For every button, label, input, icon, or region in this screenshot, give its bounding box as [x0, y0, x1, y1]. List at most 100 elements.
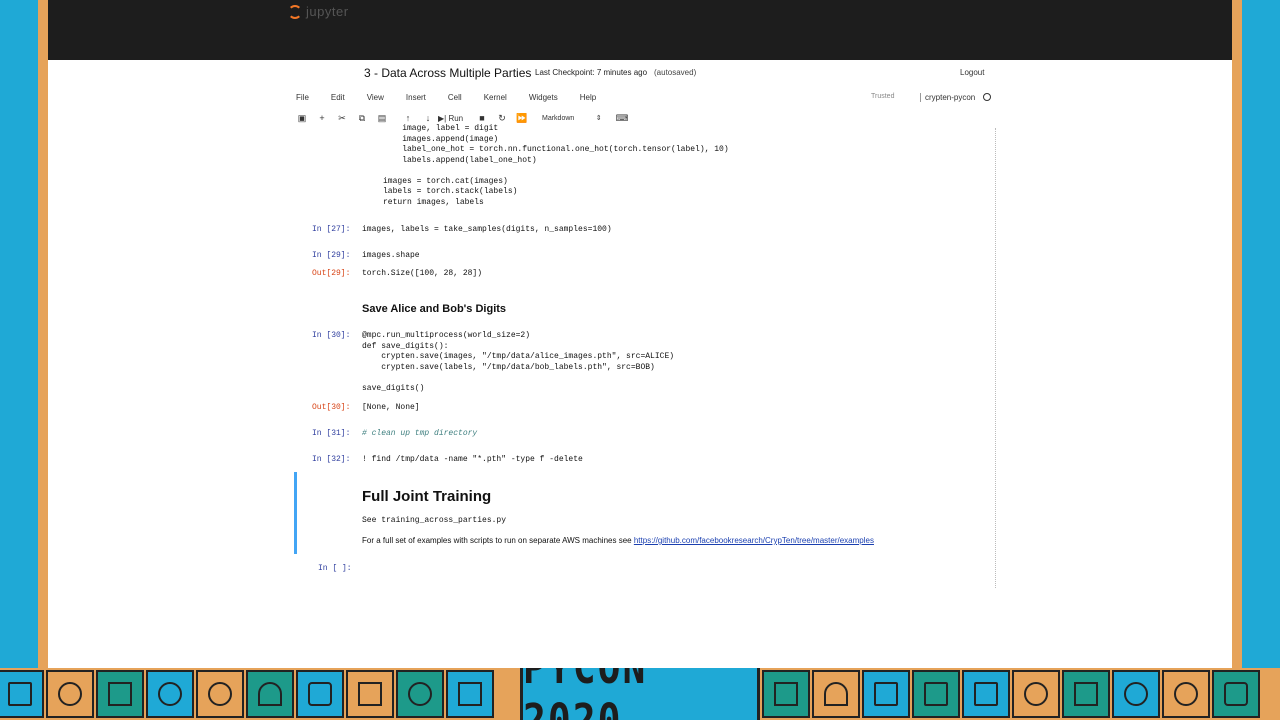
cell-code-27[interactable]: images, labels = take_samples(digits, n_… — [362, 225, 612, 236]
banner-tile-check-2 — [1062, 670, 1110, 718]
cell-code-function-tail[interactable]: image, label = digit images.append(image… — [383, 124, 729, 208]
cut-icon[interactable]: ✂ — [332, 113, 352, 124]
menu-view[interactable]: View — [367, 93, 384, 107]
leaf-icon-2 — [1124, 682, 1148, 706]
move-up-icon[interactable]: ↑ — [398, 113, 418, 123]
terminal-icon — [8, 682, 32, 706]
columns-icon — [458, 682, 482, 706]
logout-button[interactable]: Logout — [960, 68, 984, 77]
cell-code-31[interactable]: # clean up tmp directory — [362, 429, 477, 440]
markdown-heading-full-joint-training[interactable]: Full Joint Training — [362, 488, 491, 505]
kernel-status-icon — [983, 93, 991, 101]
restart-icon[interactable]: ↻ — [492, 113, 512, 124]
right-frame-stripe — [1232, 0, 1242, 668]
examples-link[interactable]: https://github.com/facebookresearch/Cryp… — [634, 536, 874, 545]
left-frame — [0, 0, 48, 668]
menu-cell[interactable]: Cell — [448, 93, 462, 107]
markdown-full-set-text: For a full set of examples with scripts … — [362, 536, 874, 545]
pycon-banner: PYCON 2020 — [0, 668, 1280, 720]
snake-icon-2 — [1024, 682, 1048, 706]
window-icon — [874, 682, 898, 706]
selected-cell-indicator — [294, 472, 297, 554]
cell-type-select[interactable]: Markdown ⇕ — [542, 114, 612, 122]
banner-tile-plant — [396, 670, 444, 718]
arch-icon — [258, 682, 282, 706]
empty-code-cell[interactable] — [362, 562, 972, 574]
menu-insert[interactable]: Insert — [406, 93, 426, 107]
banner-tile-leaf — [146, 670, 194, 718]
leaf-icon — [158, 682, 182, 706]
out-prompt-30: Out[30]: — [312, 403, 351, 412]
jupyter-logo-text: jupyter — [306, 4, 349, 19]
autosave-status: (autosaved) — [654, 68, 697, 77]
kernel-name[interactable]: crypten-pycon — [920, 93, 975, 102]
banner-tile-star-2 — [1162, 670, 1210, 718]
arch-icon-2 — [824, 682, 848, 706]
chip-icon — [358, 682, 382, 706]
left-frame-stripe — [38, 0, 48, 668]
in-prompt-31: In [31]: — [312, 429, 351, 438]
menu-edit[interactable]: Edit — [331, 93, 345, 107]
move-down-icon[interactable]: ↓ — [418, 113, 438, 123]
cell-output-29: torch.Size([100, 28, 28]) — [362, 269, 483, 278]
banner-tile-columns — [446, 670, 494, 718]
run-button[interactable]: ▶| Run — [438, 114, 472, 123]
plant-icon — [408, 682, 432, 706]
star-icon — [208, 682, 232, 706]
banner-tile-arch — [246, 670, 294, 718]
banner-tile-chip — [346, 670, 394, 718]
out-prompt-29: Out[29]: — [312, 269, 351, 278]
banner-tile-window — [862, 670, 910, 718]
checkpoint-status: Last Checkpoint: 7 minutes ago — [535, 68, 648, 77]
add-cell-icon[interactable]: + — [312, 113, 332, 123]
jupyter-logo-icon — [288, 4, 302, 19]
in-prompt-32: In [32]: — [312, 455, 351, 464]
restart-run-all-icon[interactable]: ⏩ — [512, 113, 532, 124]
cell-code-30[interactable]: @mpc.run_multiprocess(world_size=2) def … — [362, 331, 674, 394]
notebook-container: image, label = digit images.append(image… — [284, 124, 996, 588]
in-prompt-29: In [29]: — [312, 251, 351, 260]
menu-widgets[interactable]: Widgets — [529, 93, 558, 107]
notebook-title[interactable]: 3 - Data Across Multiple Parties — [364, 66, 531, 80]
pycon-logo-text: PYCON 2020 — [523, 668, 757, 720]
markdown-full-set-label: For a full set of examples with scripts … — [362, 536, 632, 545]
stop-icon[interactable]: ■ — [472, 113, 492, 123]
banner-tile-snake-2 — [1012, 670, 1060, 718]
banner-tile-snake — [46, 670, 94, 718]
pycon-logo: PYCON 2020 — [520, 668, 760, 720]
trusted-indicator[interactable]: Trusted — [871, 93, 894, 100]
cell-output-30: [None, None] — [362, 403, 420, 412]
in-prompt-30: In [30]: — [312, 331, 351, 340]
menu-file[interactable]: File — [296, 93, 309, 107]
in-prompt-empty: In [ ]: — [318, 564, 352, 573]
robot-icon-2 — [1224, 682, 1248, 706]
cell-type-value: Markdown — [542, 115, 575, 122]
robot-icon — [308, 682, 332, 706]
banner-tile-arch-2 — [812, 670, 860, 718]
check-icon-2 — [1074, 682, 1098, 706]
cell-code-32[interactable]: ! find /tmp/data -name "*.pth" -type f -… — [362, 455, 583, 466]
save-icon[interactable]: ▣ — [292, 113, 312, 124]
banner-tile-terminal — [0, 670, 44, 718]
command-palette-icon[interactable]: ⌨ — [612, 113, 632, 124]
banner-tile-star — [196, 670, 244, 718]
cell-code-29[interactable]: images.shape — [362, 251, 420, 262]
banner-tile-robot — [296, 670, 344, 718]
banner-tile-check — [96, 670, 144, 718]
paste-icon[interactable]: ▤ — [372, 113, 392, 124]
jupyter-logo[interactable]: jupyter — [288, 4, 349, 19]
banner-tile-leaf-2 — [1112, 670, 1160, 718]
snake-icon — [58, 682, 82, 706]
star-icon-2 — [1174, 682, 1198, 706]
check-icon — [108, 682, 132, 706]
menu-help[interactable]: Help — [580, 93, 596, 107]
top-black-bar — [48, 0, 1232, 60]
markdown-see-script: See training_across_parties.py — [362, 516, 507, 525]
menu-kernel[interactable]: Kernel — [484, 93, 507, 107]
banner-tile-browser — [912, 670, 960, 718]
in-prompt-27: In [27]: — [312, 225, 351, 234]
columns-icon-2 — [774, 682, 798, 706]
banner-tile-columns-2 — [762, 670, 810, 718]
right-frame — [1232, 0, 1280, 668]
copy-icon[interactable]: ⧉ — [352, 113, 372, 124]
